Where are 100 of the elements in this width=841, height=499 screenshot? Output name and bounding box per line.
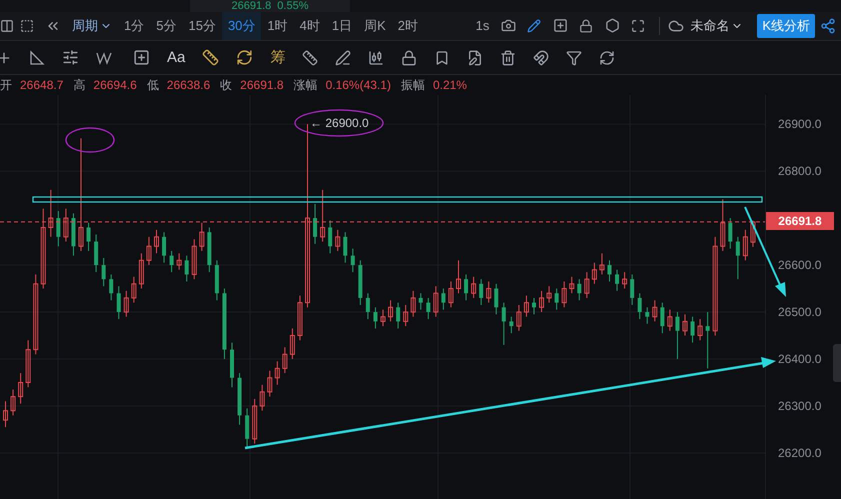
candle bbox=[230, 342, 234, 388]
candle bbox=[592, 262, 597, 284]
parallel-lines-icon[interactable] bbox=[62, 49, 79, 66]
candle bbox=[373, 306, 378, 329]
period-dropdown[interactable]: 周期 bbox=[66, 12, 118, 40]
price-axis-label: 26200.0 bbox=[778, 446, 822, 460]
candle bbox=[750, 220, 756, 248]
share-icon[interactable] bbox=[820, 18, 836, 34]
period-tab[interactable]: 2时 bbox=[392, 12, 424, 40]
fullscreen-icon[interactable] bbox=[631, 18, 646, 33]
candle bbox=[509, 316, 514, 334]
candle bbox=[546, 286, 552, 304]
candle bbox=[199, 222, 204, 252]
candle bbox=[532, 297, 536, 315]
lock-icon[interactable] bbox=[401, 50, 418, 66]
candle bbox=[267, 370, 272, 398]
candle bbox=[124, 290, 129, 318]
candle bbox=[94, 234, 98, 273]
candle bbox=[102, 258, 106, 287]
text-tool[interactable]: Aa bbox=[167, 49, 186, 66]
camera-icon[interactable] bbox=[500, 18, 516, 34]
pen-icon[interactable] bbox=[335, 50, 352, 66]
trash-icon[interactable] bbox=[500, 50, 516, 66]
period-tab[interactable]: 5分 bbox=[150, 12, 182, 40]
period-tab[interactable]: 1日 bbox=[326, 12, 358, 40]
candle bbox=[26, 340, 31, 388]
candle bbox=[615, 269, 620, 292]
ohlc-value: 0.16%(43.1) bbox=[326, 78, 391, 92]
ohlc-label: 收 bbox=[220, 76, 232, 94]
candle bbox=[516, 304, 522, 332]
ohlc-value: 26694.6 bbox=[93, 78, 137, 92]
period-tab[interactable]: 周K bbox=[358, 12, 392, 40]
pencil-icon[interactable] bbox=[527, 18, 542, 33]
panel-icon[interactable] bbox=[0, 18, 14, 33]
price-axis-label: 26800.0 bbox=[778, 164, 822, 178]
candle bbox=[456, 260, 461, 294]
candle bbox=[335, 229, 340, 252]
box-tool-icon[interactable] bbox=[133, 49, 150, 66]
candle bbox=[343, 232, 348, 264]
candle bbox=[162, 232, 166, 264]
candle bbox=[599, 252, 604, 275]
scroll-handle[interactable] bbox=[833, 344, 841, 382]
candle bbox=[207, 226, 212, 273]
candle bbox=[682, 314, 688, 336]
candle bbox=[645, 306, 650, 324]
ruler-icon[interactable] bbox=[202, 49, 220, 66]
price-axis-label: 26500.0 bbox=[778, 305, 822, 320]
filter-icon[interactable] bbox=[566, 50, 582, 66]
candle bbox=[675, 312, 680, 360]
candle bbox=[358, 260, 362, 306]
candle bbox=[410, 290, 416, 318]
triangle-tool-icon[interactable] bbox=[29, 50, 45, 66]
period-tab[interactable]: 30分 bbox=[222, 12, 262, 40]
candle bbox=[396, 302, 400, 329]
candle bbox=[584, 272, 590, 298]
period-tab[interactable]: 4时 bbox=[294, 12, 326, 40]
candle bbox=[116, 286, 121, 320]
candle bbox=[577, 278, 582, 301]
candle bbox=[238, 372, 242, 426]
price-axis-label: 26900.0 bbox=[778, 117, 822, 132]
candlestick-icon[interactable] bbox=[368, 50, 384, 66]
candle bbox=[138, 252, 144, 290]
candle bbox=[660, 302, 664, 334]
price-axis-label: 26600.0 bbox=[778, 258, 822, 272]
lock-icon[interactable] bbox=[579, 18, 594, 33]
ruler-icon[interactable] bbox=[302, 50, 318, 66]
candle bbox=[131, 276, 136, 304]
high-marker-ellipse bbox=[65, 127, 115, 153]
candle bbox=[433, 286, 438, 318]
candle bbox=[652, 300, 658, 322]
candle bbox=[698, 318, 703, 341]
candle bbox=[176, 252, 182, 270]
candle bbox=[388, 300, 394, 322]
candle bbox=[418, 292, 423, 310]
ticker-change: 0.55% bbox=[277, 0, 308, 12]
candle bbox=[380, 309, 386, 327]
layout-name-dropdown[interactable]: 未命名 bbox=[684, 12, 750, 40]
grid-layout-icon[interactable] bbox=[20, 18, 34, 33]
kline-analysis-button[interactable]: K线分析 bbox=[757, 14, 815, 38]
candle bbox=[638, 292, 642, 320]
cloud-icon[interactable] bbox=[668, 18, 684, 34]
candle bbox=[10, 389, 16, 416]
magnet-icon[interactable] bbox=[533, 50, 550, 66]
candle bbox=[554, 288, 559, 310]
candle bbox=[464, 274, 468, 301]
candle bbox=[720, 198, 726, 252]
period-tab[interactable]: 15分 bbox=[182, 12, 222, 40]
sync-icon[interactable] bbox=[599, 50, 616, 66]
candle bbox=[426, 297, 430, 320]
ohlc-label: 高 bbox=[73, 76, 86, 94]
period-tab[interactable]: 1时 bbox=[261, 12, 294, 40]
period-tab[interactable]: 1分 bbox=[118, 12, 150, 40]
candle bbox=[350, 248, 355, 273]
candle bbox=[667, 309, 672, 332]
chip-tool[interactable]: 筹 bbox=[270, 48, 286, 68]
candle bbox=[18, 372, 24, 404]
add-box-icon[interactable] bbox=[552, 18, 568, 34]
bookmark-icon[interactable] bbox=[434, 50, 450, 66]
interval-label[interactable]: 1s bbox=[470, 12, 496, 40]
edit-note-icon[interactable] bbox=[467, 50, 484, 66]
